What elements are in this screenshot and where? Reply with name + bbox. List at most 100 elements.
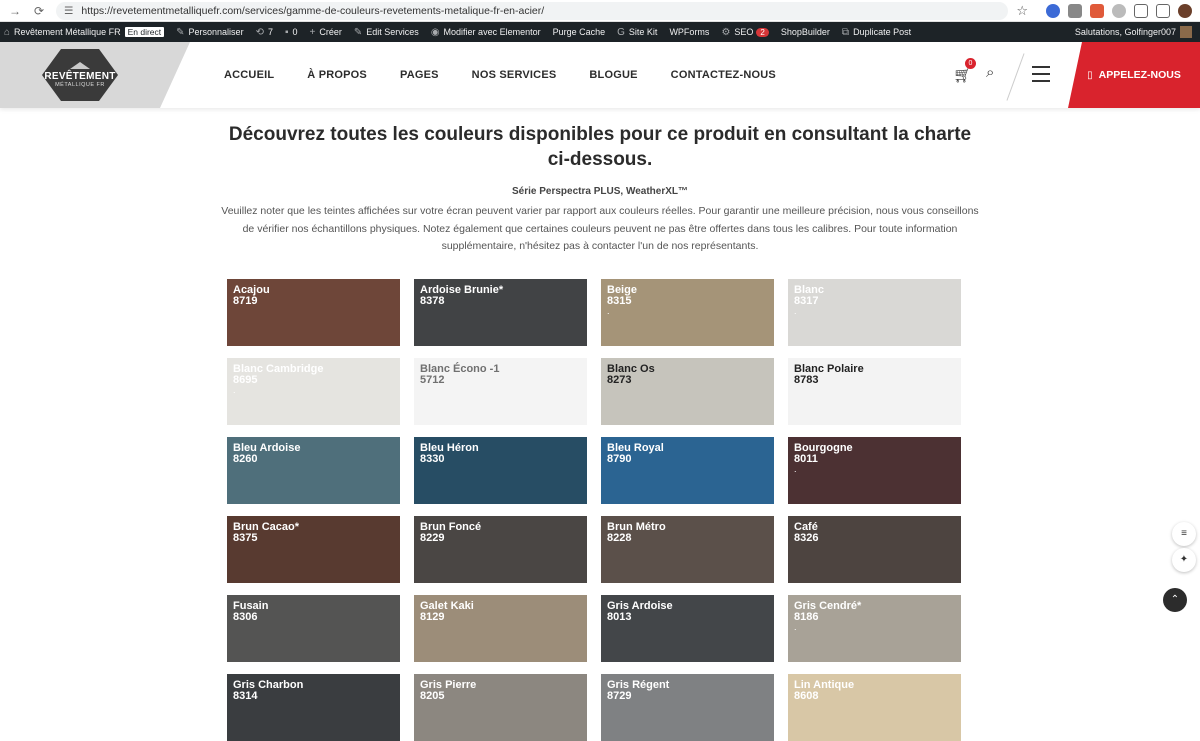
forward-icon[interactable]: → — [8, 4, 22, 18]
profile-avatar-icon[interactable] — [1178, 3, 1192, 18]
color-swatch: Blanc Écono -1 5712 — [414, 358, 587, 425]
nav-blogue[interactable]: BLOGUE — [589, 69, 637, 81]
swatch-mark: . — [794, 622, 797, 632]
seo-count-badge: 2 — [756, 27, 769, 37]
extension-icon[interactable] — [1090, 3, 1104, 18]
color-swatch: Beige 8315. — [601, 279, 774, 346]
swatch-code: 8378 — [420, 295, 445, 307]
admin-elementor[interactable]: ◉ Modifier avec Elementor — [431, 27, 541, 38]
address-bar[interactable]: ☰ https://revetementmetalliquefr.com/ser… — [56, 1, 1009, 20]
color-swatch: Café 8326 — [788, 516, 961, 583]
extension-icon[interactable] — [1112, 3, 1126, 18]
swatch-name: Gris Ardoise — [607, 600, 673, 612]
admin-seo[interactable]: ⚙ SEO 2 — [721, 26, 769, 38]
swatch-name: Acajou — [233, 284, 270, 296]
swatch-code: 8783 — [794, 374, 819, 386]
swatch-name: Bleu Héron — [420, 442, 479, 454]
admin-site-name[interactable]: ⌂ Revêtement Métallique FR En direct — [4, 26, 165, 38]
hamburger-menu-icon[interactable] — [1032, 66, 1050, 87]
seo-icon: ⚙ — [721, 26, 731, 38]
nav-a-propos[interactable]: À PROPOS — [307, 69, 367, 81]
swatch-name: Brun Foncé — [420, 521, 482, 533]
swatch-name: Gris Charbon — [233, 679, 304, 691]
color-swatch: Lin Antique 8608 — [788, 674, 961, 741]
swatch-name: Gris Régent — [607, 679, 670, 691]
main-navigation: ACCUEIL À PROPOS PAGES NOS SERVICES BLOG… — [224, 42, 809, 108]
extensions-area — [1038, 3, 1192, 18]
admin-duplicate[interactable]: ⧉ Duplicate Post — [842, 27, 911, 38]
swatch-name: Bleu Ardoise — [233, 442, 301, 454]
accessibility-widget-icon[interactable]: ≡ — [1172, 522, 1196, 546]
swatch-name: Blanc Cambridge — [233, 363, 324, 375]
roof-icon — [70, 62, 90, 69]
color-swatch: Blanc 8317. — [788, 279, 961, 346]
swatch-name: Galet Kaki — [420, 600, 474, 612]
nav-contactez-nous[interactable]: CONTACTEZ-NOUS — [671, 69, 776, 81]
logo-line2: MÉTALLIQUE FR — [55, 82, 105, 88]
address-url: https://revetementmetalliquefr.com/servi… — [81, 4, 545, 17]
swatch-code: 5712 — [420, 374, 445, 386]
puzzle-icon[interactable] — [1134, 3, 1148, 18]
swatch-name: Beige — [607, 284, 637, 296]
cart-button[interactable]: 🛒︎ 0 — [953, 58, 976, 84]
admin-wpforms[interactable]: WPForms — [669, 27, 709, 37]
extension-icon[interactable] — [1046, 3, 1060, 18]
series-title: Série Perspectra PLUS, WeatherXL™ — [512, 186, 688, 197]
site-header: REVÊTEMENT MÉTALLIQUE FR ACCUEIL À PROPO… — [0, 42, 1200, 108]
color-swatch: Gris Cendré* 8186. — [788, 595, 961, 662]
nav-pages[interactable]: PAGES — [400, 69, 439, 81]
search-icon[interactable]: ⌕ — [986, 64, 994, 81]
admin-purge-cache[interactable]: Purge Cache — [553, 27, 606, 37]
admin-updates[interactable]: ⟲ 7 — [256, 27, 273, 38]
wp-admin-bar: ⌂ Revêtement Métallique FR En direct ✎ P… — [0, 22, 1200, 42]
swatch-code: 8790 — [607, 453, 632, 465]
color-swatch: Gris Pierre 8205 — [414, 674, 587, 741]
site-settings-icon[interactable]: ☰ — [64, 5, 73, 17]
pencil-icon: ✎ — [353, 26, 363, 38]
document-icon: ▯ — [1087, 69, 1093, 81]
elementor-icon: ◉ — [430, 26, 440, 38]
browser-toolbar: → ⟳ ☰ https://revetementmetalliquefr.com… — [0, 0, 1200, 22]
live-badge: En direct — [124, 27, 165, 37]
admin-customize[interactable]: ✎ Personnaliser — [176, 27, 243, 38]
reload-icon[interactable]: ⟳ — [32, 4, 46, 18]
admin-account[interactable]: Salutations, Golfinger007 — [1075, 26, 1192, 38]
plus-icon: + — [309, 26, 316, 38]
swatch-code: 8273 — [607, 374, 632, 386]
swatch-name: Blanc Écono -1 — [420, 363, 500, 375]
swatch-code: 8695 — [233, 374, 258, 386]
brush-icon: ✎ — [176, 26, 185, 38]
admin-shopbuilder[interactable]: ShopBuilder — [781, 27, 830, 37]
swatch-code: 8314 — [233, 690, 258, 702]
swatch-name: Blanc — [794, 284, 824, 296]
dashboard-icon: ⌂ — [4, 26, 11, 38]
admin-new[interactable]: + Créer — [310, 27, 342, 38]
swatch-code: 8205 — [420, 690, 445, 702]
color-swatch: Brun Foncé 8229 — [414, 516, 587, 583]
admin-sitekit[interactable]: G Site Kit — [617, 27, 657, 38]
swatch-code: 8260 — [233, 453, 258, 465]
extension-icon[interactable] — [1068, 3, 1082, 18]
swatch-mark: . — [794, 464, 797, 474]
color-swatch: Blanc Polaire 8783 — [788, 358, 961, 425]
color-swatch: Blanc Os 8273 — [601, 358, 774, 425]
site-logo[interactable]: REVÊTEMENT MÉTALLIQUE FR — [42, 49, 118, 101]
sparkle-icon[interactable]: ✦ — [1172, 548, 1196, 572]
swatch-code: 8317 — [794, 295, 819, 307]
header-divider — [1006, 53, 1025, 101]
admin-comments[interactable]: ▪ 0 — [285, 27, 298, 38]
nav-nos-services[interactable]: NOS SERVICES — [472, 69, 557, 81]
scroll-to-top-icon[interactable]: ⌃ — [1163, 588, 1187, 612]
bookmark-star-icon[interactable]: ☆ — [1016, 3, 1028, 19]
sidebar-icon[interactable] — [1156, 3, 1170, 18]
swatch-name: Blanc Os — [607, 363, 655, 375]
color-swatch: Galet Kaki 8129 — [414, 595, 587, 662]
color-swatch: Bleu Ardoise 8260 — [227, 437, 400, 504]
color-swatch: Brun Cacao* 8375 — [227, 516, 400, 583]
color-swatch: Acajou 8719 — [227, 279, 400, 346]
admin-edit[interactable]: ✎ Edit Services — [354, 27, 419, 38]
swatch-name: Fusain — [233, 600, 269, 612]
call-us-button[interactable]: ▯ APPELEZ-NOUS — [1068, 42, 1200, 108]
nav-accueil[interactable]: ACCUEIL — [224, 69, 274, 81]
swatch-code: 8375 — [233, 532, 258, 544]
